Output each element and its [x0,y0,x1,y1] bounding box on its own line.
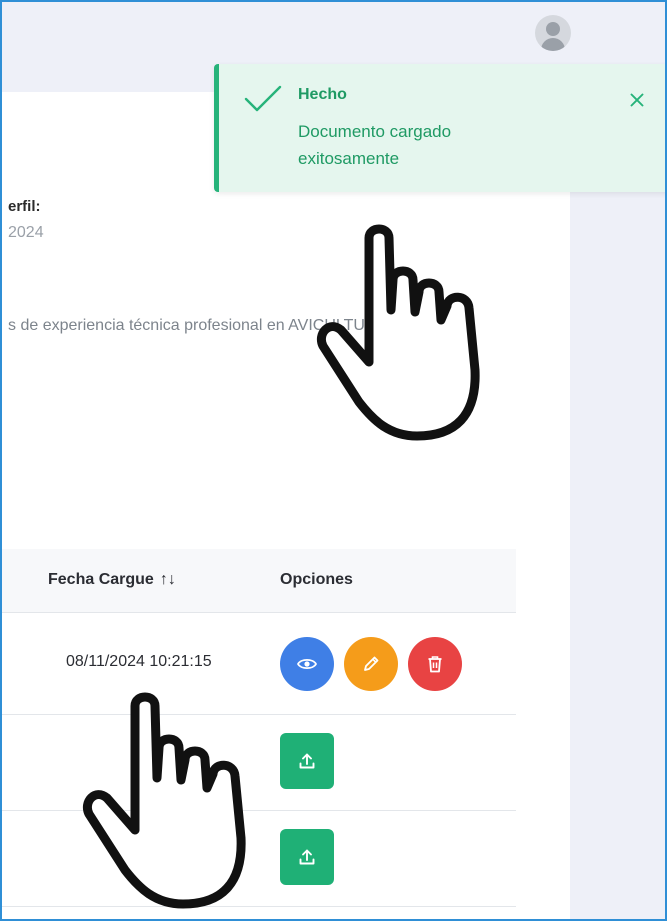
trash-icon [428,656,442,673]
column-header-fecha-cargue[interactable]: Fecha Cargue ↑↓ [48,571,176,589]
check-icon [244,85,282,112]
toast-title: Hecho [298,86,347,103]
edit-document-button[interactable] [344,637,398,691]
column-header-opciones: Opciones [280,571,353,588]
user-avatar-icon[interactable] [535,15,571,51]
profile-label: erfil: [8,198,41,215]
upload-icon [299,753,315,769]
profile-date: 2024 [8,224,44,241]
pointing-hand-icon [83,692,246,909]
upload-date-cell: 08/11/2024 10:21:15 [66,653,212,670]
app-window: erfil: 2024 s de experiencia técnica pro… [0,0,667,921]
success-toast: Hecho Documento cargado exitosamente [214,64,665,192]
table-header: Fecha Cargue ↑↓ Opciones [2,549,516,613]
upload-icon [299,849,315,865]
upload-document-button[interactable] [280,733,334,789]
toast-close-button[interactable] [625,88,649,112]
upload-document-button[interactable] [280,829,334,885]
toast-message: Documento cargado exitosamente [298,122,452,168]
sort-icon[interactable]: ↑↓ [160,571,176,588]
delete-document-button[interactable] [408,637,462,691]
column-header-label: Fecha Cargue [48,571,154,588]
view-document-button[interactable] [280,637,334,691]
pencil-icon [364,656,379,671]
eye-icon [297,658,317,670]
pointing-hand-icon [317,224,480,441]
close-icon [630,93,644,107]
